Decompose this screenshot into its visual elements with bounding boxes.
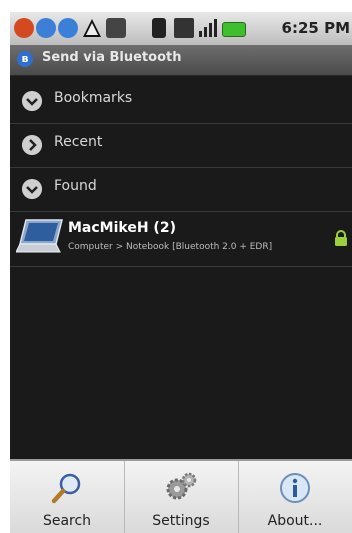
page-title: Send via Bluetooth (42, 50, 182, 65)
group-label: Recent (54, 134, 103, 150)
menu-item-label: About... (267, 513, 323, 529)
magnifier-icon (51, 473, 81, 504)
about-menu-item[interactable]: About... (238, 461, 352, 533)
signal-icon (199, 19, 217, 37)
laptop-icon (16, 219, 63, 253)
chevron-down-icon (22, 91, 42, 111)
bluetooth-status-icon (152, 18, 166, 38)
device-list-item[interactable]: MacMikeH (2) Computer > Notebook [Blueto… (10, 210, 352, 267)
chevron-right-icon (22, 135, 42, 155)
group-bookmarks[interactable]: Bookmarks (10, 79, 352, 124)
phone-screen: 6:25 PM ʙ Send via Bluetooth Bookmarks R… (10, 12, 352, 533)
settings-menu-item[interactable]: Settings (124, 461, 239, 533)
network-icon (174, 18, 194, 38)
options-menu: Search Settings About... (10, 459, 352, 533)
search-menu-item[interactable]: Search (10, 461, 125, 533)
info-icon (280, 473, 310, 503)
group-found[interactable]: Found (10, 167, 352, 212)
battery-icon (222, 22, 246, 37)
lock-icon (335, 230, 347, 246)
info-notification-icon (36, 18, 56, 38)
warning-icon (83, 19, 101, 37)
clock: 6:25 PM (281, 19, 350, 37)
device-detail: Computer > Notebook [Bluetooth 2.0 + EDR… (68, 242, 273, 252)
bluetooth-icon: ʙ (17, 51, 33, 67)
device-name: MacMikeH (2) (68, 220, 176, 236)
menu-item-label: Settings (152, 513, 210, 529)
info-notification-icon (58, 18, 78, 38)
status-bar: 6:25 PM (10, 12, 352, 45)
title-bar: ʙ Send via Bluetooth (10, 45, 352, 76)
notification-icon (14, 18, 34, 38)
gears-icon (166, 472, 197, 500)
group-label: Bookmarks (54, 90, 133, 106)
chevron-down-icon (22, 179, 42, 199)
menu-item-label: Search (42, 513, 92, 529)
group-label: Found (54, 178, 97, 194)
usb-icon (106, 18, 126, 38)
group-recent[interactable]: Recent (10, 123, 352, 168)
